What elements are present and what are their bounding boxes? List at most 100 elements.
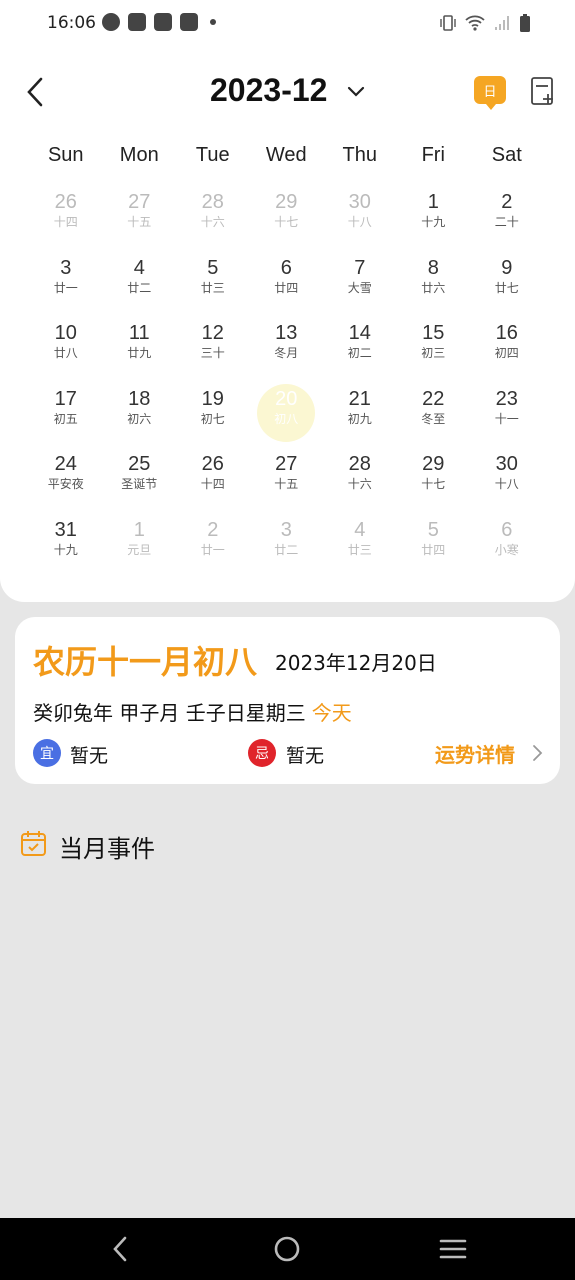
lunar-label: 十一: [494, 411, 519, 426]
calendar-day[interactable]: 3 廿二: [250, 514, 324, 580]
calendar-day[interactable]: 23 十一: [470, 383, 544, 449]
calendar-day[interactable]: 5 廿三: [176, 252, 250, 318]
calendar-day[interactable]: 25 圣诞节: [103, 448, 177, 514]
calendar-day[interactable]: 27 十五: [103, 186, 177, 252]
fortune-details-link[interactable]: 运势详情: [435, 739, 515, 768]
status-bar: 16:06: [0, 0, 575, 48]
lunar-label: 十八: [494, 477, 519, 491]
calendar-day[interactable]: 27 十五: [250, 448, 324, 514]
day-number: 20: [275, 387, 298, 410]
day-number: 2: [501, 191, 513, 213]
calendar-day[interactable]: 30 十八: [323, 186, 397, 252]
day-number: 4: [133, 256, 145, 279]
lunar-label: 圣诞节: [121, 477, 158, 491]
calendar-day[interactable]: 22 冬至: [397, 383, 471, 449]
lunar-label: 三十: [200, 346, 225, 360]
day-number: 14: [348, 322, 371, 344]
battery-icon: [520, 14, 530, 32]
ji-badge: 忌: [248, 739, 276, 767]
day-number: 31: [54, 518, 77, 541]
day-number: 5: [427, 518, 439, 541]
nav-home-icon[interactable]: [272, 1234, 302, 1264]
calendar-check-icon: [21, 831, 46, 856]
calendar-day[interactable]: 1 十九: [397, 186, 471, 252]
calendar-day[interactable]: 14 初二: [323, 317, 397, 383]
calendar-day[interactable]: 8 廿六: [397, 252, 471, 318]
calendar-week: 10 廿八 11 廿九 12 三十 13 冬月 14 初二 15 初三 16 初四: [29, 317, 545, 383]
calendar-day[interactable]: 9 廿七: [470, 252, 544, 318]
calendar-day[interactable]: 2 二十: [470, 186, 544, 252]
calendar-day[interactable]: 1 元旦: [103, 514, 177, 580]
lunar-label: 平安夜: [47, 477, 84, 491]
calendar-day[interactable]: 15 初三: [397, 317, 471, 383]
lunar-label: 十九: [53, 542, 78, 557]
calendar-day[interactable]: 24 平安夜: [29, 448, 103, 514]
calendar-day[interactable]: 6 小寒: [470, 514, 544, 580]
vibrate-icon: [440, 15, 456, 31]
calendar-day[interactable]: 21 初九: [323, 383, 397, 449]
weekday-label: Sat: [491, 144, 522, 166]
month-title[interactable]: 2023-12: [210, 72, 327, 109]
day-number: 10: [54, 322, 77, 344]
lunar-label: 廿九: [127, 346, 152, 360]
lunar-label: 廿四: [421, 542, 446, 557]
calendar-day[interactable]: 28 十六: [323, 448, 397, 514]
day-number: 24: [54, 453, 77, 475]
calendar-day-today[interactable]: 20 初八: [250, 383, 324, 449]
speed-icon: [102, 13, 120, 31]
add-event-icon[interactable]: [528, 76, 558, 106]
yi-badge: 宜: [33, 739, 61, 767]
calendar-day[interactable]: 30 十八: [470, 448, 544, 514]
calendar-day[interactable]: 2 廿一: [176, 514, 250, 580]
day-number: 11: [128, 322, 150, 344]
back-button[interactable]: [18, 72, 52, 112]
calendar-day[interactable]: 10 廿八: [29, 317, 103, 383]
shopping-bag-icon: [180, 13, 198, 31]
today-button[interactable]: 日: [474, 76, 506, 110]
lunar-label: 冬月: [274, 346, 299, 360]
calendar-day[interactable]: 28 十六: [176, 186, 250, 252]
calendar-grid: 26 十四 27 十五 28 十六 29 十七 30 十八 1 十九 2 二十 3 廿一 4 廿二 5 廿三 6 廿四 7 大…: [29, 186, 545, 579]
calendar-day[interactable]: 26 十四: [176, 448, 250, 514]
nav-back-icon[interactable]: [106, 1234, 136, 1264]
calendar-week: 3 廿一 4 廿二 5 廿三 6 廿四 7 大雪 8 廿六 9 廿七: [29, 252, 545, 318]
day-info-card[interactable]: 农历十一月初八 2023年12月20日 癸卯兔年 甲子月 壬子日星期三 今天 宜 …: [15, 617, 560, 784]
day-number: 9: [501, 256, 513, 279]
day-number: 6: [501, 518, 513, 541]
calendar-day[interactable]: 16 初四: [470, 317, 544, 383]
calendar-day[interactable]: 13 冬月: [250, 317, 324, 383]
lunar-label: 廿七: [494, 280, 519, 295]
lunar-label: 初九: [347, 411, 372, 426]
calendar-day[interactable]: 4 廿三: [323, 514, 397, 580]
calendar-day[interactable]: 17 初五: [29, 383, 103, 449]
calendar-day[interactable]: 11 廿九: [103, 317, 177, 383]
calendar-day[interactable]: 29 十七: [250, 186, 324, 252]
calendar-day[interactable]: 4 廿二: [103, 252, 177, 318]
day-number: 29: [422, 453, 445, 475]
calendar-day[interactable]: 31 十九: [29, 514, 103, 580]
lunar-label: 廿二: [127, 280, 152, 295]
chevron-right-icon[interactable]: [529, 743, 545, 763]
calendar-day[interactable]: 6 廿四: [250, 252, 324, 318]
day-number: 26: [54, 191, 77, 213]
weekday-label: Wed: [265, 144, 307, 166]
lunar-label: 十四: [53, 215, 78, 229]
lunar-label: 元旦: [127, 542, 152, 557]
calendar-day[interactable]: 26 十四: [29, 186, 103, 252]
lunar-label: 初五: [53, 411, 78, 426]
lunar-label: 廿六: [421, 280, 446, 295]
chevron-left-icon: [27, 77, 43, 107]
lunar-label: 十九: [421, 215, 446, 229]
lunar-label: 冬至: [421, 411, 446, 426]
calendar-day[interactable]: 18 初六: [103, 383, 177, 449]
calendar-day[interactable]: 7 大雪: [323, 252, 397, 318]
day-number: 19: [201, 387, 224, 410]
calendar-day[interactable]: 19 初七: [176, 383, 250, 449]
chevron-down-icon[interactable]: [344, 80, 368, 104]
calendar-day[interactable]: 12 三十: [176, 317, 250, 383]
calendar-day[interactable]: 29 十七: [397, 448, 471, 514]
system-icons: [439, 13, 531, 33]
nav-recents-icon[interactable]: [438, 1234, 468, 1264]
calendar-day[interactable]: 5 廿四: [397, 514, 471, 580]
calendar-day[interactable]: 3 廿一: [29, 252, 103, 318]
